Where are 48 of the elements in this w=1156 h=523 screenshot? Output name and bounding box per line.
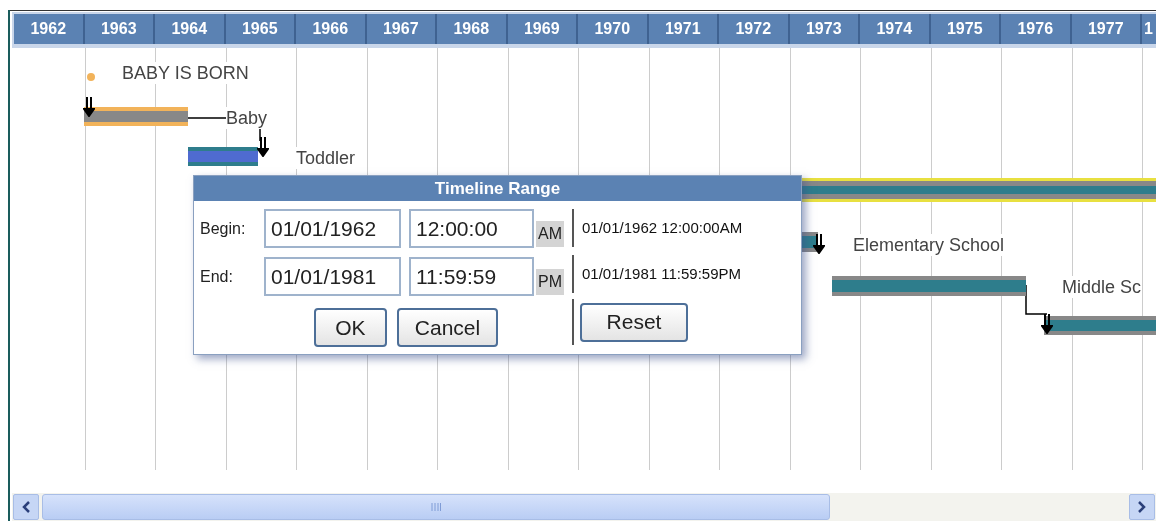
year-cell: 1964 <box>155 14 226 44</box>
text-field[interactable]: 11:59:59 <box>409 257 534 296</box>
scroll-right-button[interactable] <box>1129 494 1155 520</box>
task-label: Middle Sc <box>1062 276 1142 298</box>
year-cell: 1973 <box>789 14 860 44</box>
task-label: BABY IS BORN <box>122 62 249 84</box>
year-cell: 1977 <box>1071 14 1142 44</box>
milestone-marker <box>87 73 95 81</box>
year-cell: 1969 <box>507 14 578 44</box>
text-field[interactable]: 01/01/1962 <box>264 209 401 248</box>
chevron-left-icon <box>21 501 31 513</box>
field-label: Begin: <box>200 218 247 239</box>
ampm-indicator: PM <box>536 268 564 295</box>
scroll-left-button[interactable] <box>13 494 39 520</box>
down-arrow-icon <box>83 97 95 117</box>
ampm-indicator: AM <box>536 220 564 247</box>
chevron-right-icon <box>1137 501 1147 513</box>
year-cell: 1970 <box>578 14 649 44</box>
year-cell: 1 <box>1142 14 1156 44</box>
field-label: End: <box>200 266 234 287</box>
dialog-button[interactable]: OK <box>313 308 387 347</box>
year-cell: 1972 <box>719 14 790 44</box>
down-arrow-icon <box>813 234 825 254</box>
dialog-button[interactable]: Cancel <box>396 308 499 347</box>
year-cell: 1966 <box>296 14 367 44</box>
year-cell: 1962 <box>14 14 85 44</box>
task-label: Baby <box>226 107 268 129</box>
text-field[interactable]: 01/01/1981 <box>264 257 401 296</box>
text-field[interactable]: 12:00:00 <box>409 209 534 248</box>
range-summary: 01/01/1962 12:00:00AM <box>582 217 743 238</box>
year-cell: 1965 <box>225 14 296 44</box>
year-cell: 1971 <box>648 14 719 44</box>
year-cell: 1974 <box>860 14 931 44</box>
year-cell: 1963 <box>84 14 155 44</box>
year-cell: 1967 <box>366 14 437 44</box>
dialog-title: Timeline Range <box>194 176 801 201</box>
year-cell: 1975 <box>930 14 1001 44</box>
task-label: Elementary School <box>853 234 1005 256</box>
down-arrow-icon <box>1041 314 1053 334</box>
range-summary: 01/01/1981 11:59:59PM <box>582 263 742 284</box>
year-cell: 1968 <box>437 14 508 44</box>
year-cell: 1976 <box>1001 14 1072 44</box>
down-arrow-icon <box>257 137 269 157</box>
connector-line <box>1025 285 1047 315</box>
grip-icon <box>431 503 441 511</box>
task-bar <box>188 147 258 166</box>
reset-button[interactable]: Reset <box>580 302 688 342</box>
task-label: Toddler <box>296 147 356 169</box>
